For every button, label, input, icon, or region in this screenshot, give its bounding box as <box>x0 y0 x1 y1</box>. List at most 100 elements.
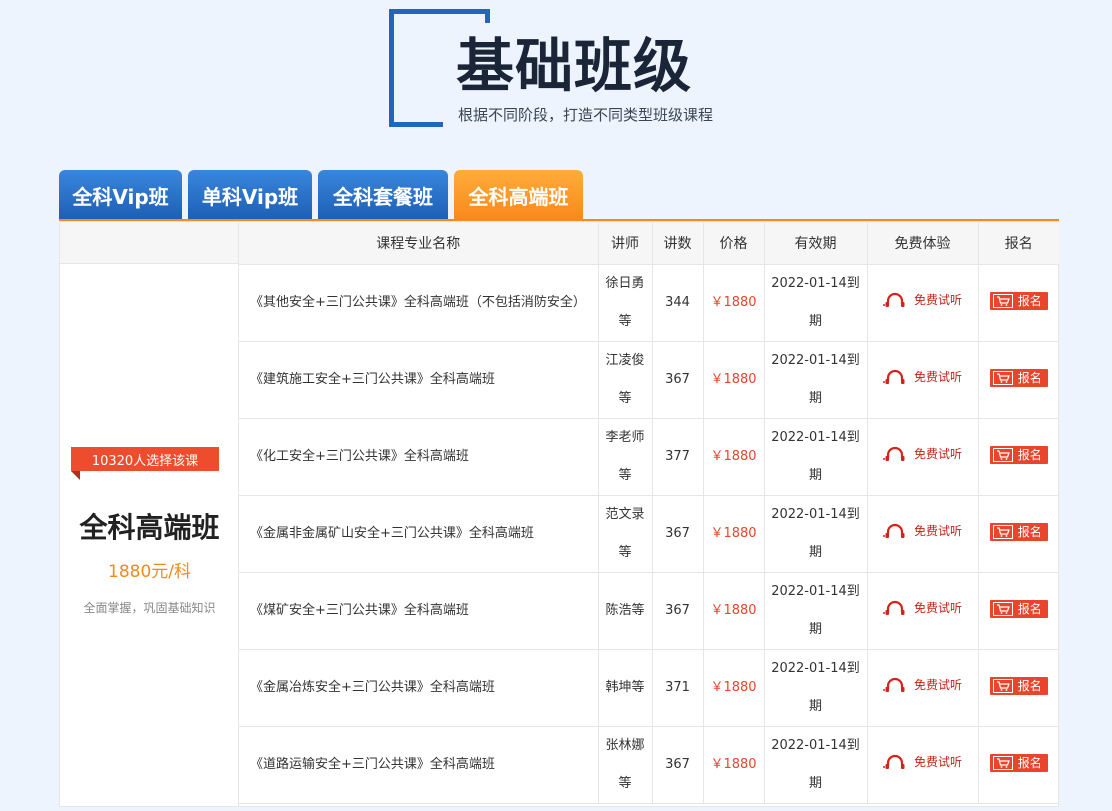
headset-icon <box>882 523 905 538</box>
course-teacher: 范文录等 <box>598 495 653 573</box>
signup-cell: 报名 <box>978 649 1059 727</box>
course-price: ￥1880 <box>703 341 765 419</box>
course-name[interactable]: 《道路运输安全+三门公共课》全科高端班 <box>239 726 599 804</box>
free-trial-label: 免费试听 <box>913 601 962 615</box>
table-row: 《金属非金属矿山安全+三门公共课》全科高端班 范文录等 367 ￥1880 20… <box>239 495 1059 573</box>
summary-header-cell <box>60 222 238 264</box>
signup-label: 报名 <box>1017 370 1042 385</box>
signup-button[interactable]: 报名 <box>989 445 1048 464</box>
signup-label: 报名 <box>1017 601 1042 616</box>
signup-cell: 报名 <box>978 572 1059 650</box>
headset-icon <box>882 677 905 692</box>
page-subtitle: 根据不同阶段，打造不同类型班级课程 <box>458 106 714 124</box>
page-title: 基础班级 <box>456 32 693 100</box>
tab-all-subject-premium[interactable]: 全科高端班 <box>454 170 583 220</box>
course-validity: 2022-01-14到期 <box>764 264 868 342</box>
cart-icon <box>992 678 1013 693</box>
course-name[interactable]: 《建筑施工安全+三门公共课》全科高端班 <box>239 341 599 419</box>
col-validity: 有效期 <box>764 222 868 265</box>
signup-label: 报名 <box>1017 755 1042 770</box>
course-lectures: 367 <box>652 572 704 650</box>
tab-all-subject-vip[interactable]: 全科Vip班 <box>59 170 182 220</box>
course-validity: 2022-01-14到期 <box>764 572 868 650</box>
free-trial-label: 免费试听 <box>913 755 962 769</box>
course-teacher: 韩坤等 <box>598 649 653 727</box>
course-price: ￥1880 <box>703 572 765 650</box>
class-title: 全科高端班 <box>79 511 220 544</box>
free-trial-label: 免费试听 <box>913 524 962 538</box>
course-validity: 2022-01-14到期 <box>764 418 868 496</box>
signup-label: 报名 <box>1017 293 1042 308</box>
free-trial-link[interactable]: 免费试听 <box>882 589 962 627</box>
course-teacher: 陈浩等 <box>598 572 653 650</box>
table-row: 《建筑施工安全+三门公共课》全科高端班 江凌俊等 367 ￥1880 2022-… <box>239 341 1059 419</box>
trial-cell: 免费试听 <box>867 495 979 573</box>
free-trial-link[interactable]: 免费试听 <box>882 743 962 781</box>
signup-button[interactable]: 报名 <box>989 753 1048 772</box>
class-tabs: 全科Vip班 单科Vip班 全科套餐班 全科高端班 <box>59 170 1059 220</box>
signup-button[interactable]: 报名 <box>989 522 1048 541</box>
col-course-name: 课程专业名称 <box>239 222 599 265</box>
free-trial-link[interactable]: 免费试听 <box>882 512 962 550</box>
headset-icon <box>882 369 905 384</box>
course-validity: 2022-01-14到期 <box>764 726 868 804</box>
class-price: 1880元/科 <box>108 562 191 582</box>
course-teacher: 徐日勇等 <box>598 264 653 342</box>
free-trial-link[interactable]: 免费试听 <box>882 281 962 319</box>
course-name[interactable]: 《金属冶炼安全+三门公共课》全科高端班 <box>239 649 599 727</box>
ribbon-fold <box>71 471 80 480</box>
signup-button[interactable]: 报名 <box>989 291 1048 310</box>
tab-all-subject-package[interactable]: 全科套餐班 <box>318 170 448 220</box>
table-header-row: 课程专业名称 讲师 讲数 价格 有效期 免费体验 报名 <box>239 222 1059 265</box>
signup-cell: 报名 <box>978 418 1059 496</box>
col-teacher: 讲师 <box>598 222 653 265</box>
free-trial-link[interactable]: 免费试听 <box>882 358 962 396</box>
course-lectures: 367 <box>652 495 704 573</box>
signup-button[interactable]: 报名 <box>989 368 1048 387</box>
course-teacher: 李老师等 <box>598 418 653 496</box>
class-summary: 10320人选择该课 全科高端班 1880元/科 全面掌握，巩固基础知识 <box>60 222 239 806</box>
free-trial-label: 免费试听 <box>913 370 962 384</box>
signup-button[interactable]: 报名 <box>989 599 1048 618</box>
col-free-trial: 免费体验 <box>867 222 979 265</box>
course-name[interactable]: 《化工安全+三门公共课》全科高端班 <box>239 418 599 496</box>
tab-single-subject-vip[interactable]: 单科Vip班 <box>188 170 312 220</box>
course-table: 课程专业名称 讲师 讲数 价格 有效期 免费体验 报名 《其他安全+三门公共课》… <box>239 222 1059 804</box>
headset-icon <box>882 292 905 307</box>
course-validity: 2022-01-14到期 <box>764 649 868 727</box>
course-name[interactable]: 《金属非金属矿山安全+三门公共课》全科高端班 <box>239 495 599 573</box>
course-lectures: 344 <box>652 264 704 342</box>
course-price: ￥1880 <box>703 726 765 804</box>
cart-icon <box>992 370 1013 385</box>
course-name[interactable]: 《煤矿安全+三门公共课》全科高端班 <box>239 572 599 650</box>
signup-label: 报名 <box>1017 678 1042 693</box>
course-teacher: 张林娜等 <box>598 726 653 804</box>
signup-cell: 报名 <box>978 341 1059 419</box>
class-description: 全面掌握，巩固基础知识 <box>83 601 216 615</box>
signup-cell: 报名 <box>978 495 1059 573</box>
course-lectures: 367 <box>652 726 704 804</box>
course-price: ￥1880 <box>703 649 765 727</box>
course-price: ￥1880 <box>703 495 765 573</box>
signup-cell: 报名 <box>978 726 1059 804</box>
table-row: 《煤矿安全+三门公共课》全科高端班 陈浩等 367 ￥1880 2022-01-… <box>239 572 1059 650</box>
course-teacher: 江凌俊等 <box>598 341 653 419</box>
free-trial-link[interactable]: 免费试听 <box>882 435 962 473</box>
table-row: 《道路运输安全+三门公共课》全科高端班 张林娜等 367 ￥1880 2022-… <box>239 726 1059 804</box>
headset-icon <box>882 600 905 615</box>
signup-label: 报名 <box>1017 447 1042 462</box>
course-validity: 2022-01-14到期 <box>764 341 868 419</box>
col-signup: 报名 <box>978 222 1059 265</box>
signup-cell: 报名 <box>978 264 1059 342</box>
trial-cell: 免费试听 <box>867 264 979 342</box>
free-trial-label: 免费试听 <box>913 678 962 692</box>
signup-button[interactable]: 报名 <box>989 676 1048 695</box>
trial-cell: 免费试听 <box>867 726 979 804</box>
free-trial-link[interactable]: 免费试听 <box>882 666 962 704</box>
table-row: 《化工安全+三门公共课》全科高端班 李老师等 377 ￥1880 2022-01… <box>239 418 1059 496</box>
cart-icon <box>992 755 1013 770</box>
course-price: ￥1880 <box>703 264 765 342</box>
section-header: 基础班级 根据不同阶段，打造不同类型班级课程 <box>0 0 1112 150</box>
course-name[interactable]: 《其他安全+三门公共课》全科高端班（不包括消防安全） <box>239 264 599 342</box>
cart-icon <box>992 293 1013 308</box>
